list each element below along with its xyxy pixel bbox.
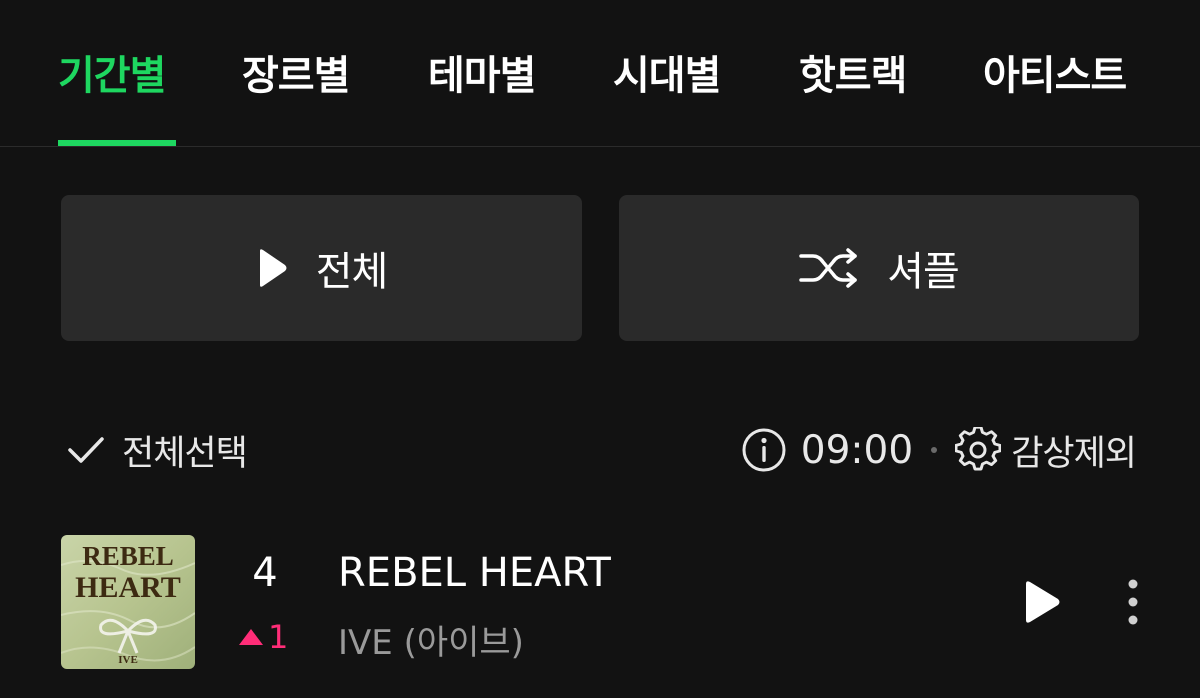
rank-change-value: 1 [268, 618, 289, 656]
play-icon[interactable] [1018, 580, 1062, 624]
tab-artist[interactable]: 아티스트 [983, 50, 1127, 102]
triangle-up-icon [239, 629, 263, 645]
select-all-label: 전체선택 [122, 433, 248, 474]
cover-text-line2: HEART [75, 571, 181, 604]
tab-hot-track[interactable]: 핫트랙 [799, 50, 907, 102]
info-icon[interactable] [741, 427, 787, 473]
separator-dot [931, 447, 938, 453]
tab-theme[interactable]: 테마별 [428, 50, 536, 102]
select-all-toggle[interactable]: 전체선택 [66, 422, 248, 478]
cover-text-line1: REBEL [82, 541, 174, 571]
gear-icon [955, 427, 1002, 471]
chart-meta: 09:00 감상제외 [741, 420, 1137, 480]
cover-text-line3: IVE [118, 654, 138, 666]
track-title[interactable]: REBEL HEART [338, 550, 611, 596]
rank-change: 1 [238, 618, 288, 656]
play-all-label: 전체 [315, 249, 389, 295]
shuffle-label: 셔플 [887, 249, 960, 295]
more-vertical-icon[interactable] [1118, 576, 1148, 628]
exclude-label[interactable]: 감상제외 [1011, 425, 1137, 476]
shuffle-icon [799, 248, 857, 288]
play-all-button[interactable]: 전체 [61, 195, 582, 341]
tab-period[interactable]: 기간별 [58, 50, 166, 102]
rank-number: 4 [252, 550, 278, 596]
track-artist[interactable]: IVE (아이브) [338, 615, 524, 664]
tab-era[interactable]: 시대별 [613, 50, 721, 102]
check-icon [68, 437, 104, 463]
category-tabs: 기간별 장르별 테마별 시대별 핫트랙 아티스트 [0, 0, 1200, 147]
track-row[interactable]: REBEL HEART IVE 4 1 REBEL HEART IVE (아이브… [0, 530, 1200, 680]
tab-genre[interactable]: 장르별 [242, 50, 350, 102]
update-time: 09:00 [800, 427, 914, 473]
play-icon [259, 249, 287, 287]
active-tab-indicator [58, 140, 176, 146]
album-cover[interactable]: REBEL HEART IVE [61, 535, 195, 669]
shuffle-button[interactable]: 셔플 [619, 195, 1139, 341]
